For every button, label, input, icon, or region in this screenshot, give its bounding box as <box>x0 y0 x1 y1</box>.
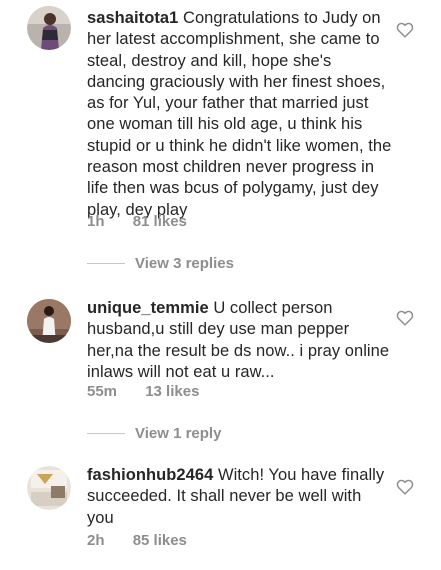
comment-likes[interactable]: 13 likes <box>145 383 199 400</box>
heart-outline-icon[interactable] <box>396 310 414 326</box>
comment-likes[interactable]: 85 likes <box>133 532 187 549</box>
avatar[interactable] <box>27 6 71 50</box>
comment-username[interactable]: sashaitota1 <box>87 9 178 27</box>
comment-text: unique_temmie U collect person husband,u… <box>87 298 392 383</box>
comment-time: 1h <box>87 213 105 230</box>
comment-text: sashaitota1 Congratulations to Judy on h… <box>87 8 392 221</box>
view-replies-label[interactable]: View 3 replies <box>135 255 234 272</box>
view-replies-label[interactable]: View 1 reply <box>135 425 221 442</box>
avatar[interactable] <box>27 466 71 510</box>
heart-outline-icon[interactable] <box>396 479 414 495</box>
avatar[interactable] <box>27 299 71 343</box>
comment-meta: 2h 85 likes <box>87 532 211 549</box>
comment-time: 2h <box>87 532 105 549</box>
comment-time: 55m <box>87 383 118 400</box>
heart-outline-icon[interactable] <box>396 22 414 38</box>
view-replies-button[interactable]: View 3 replies <box>87 255 234 272</box>
replies-divider <box>87 263 125 264</box>
comment-likes[interactable]: 81 likes <box>133 213 187 230</box>
view-replies-button[interactable]: View 1 reply <box>87 425 221 442</box>
comment-username[interactable]: unique_temmie <box>87 299 209 317</box>
comment-meta: 1h 81 likes <box>87 213 211 230</box>
replies-divider <box>87 433 125 434</box>
comment-body: Congratulations to Judy on her latest ac… <box>87 9 392 219</box>
comment-meta: 55m 13 likes <box>87 383 223 400</box>
comment-username[interactable]: fashionhub2464 <box>87 466 213 484</box>
comment-text: fashionhub2464 Witch! You have finally s… <box>87 465 392 529</box>
